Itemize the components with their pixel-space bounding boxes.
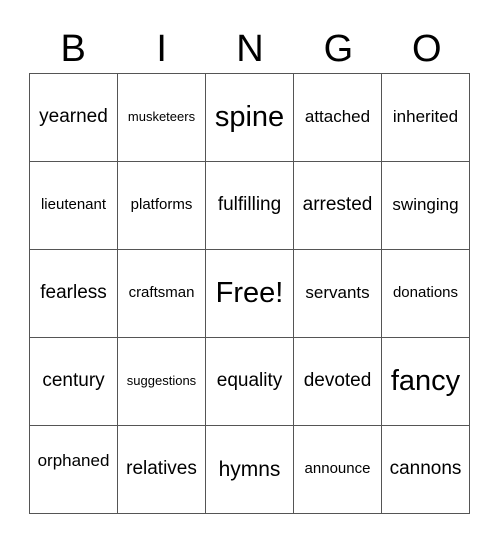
- bingo-cell[interactable]: spine: [205, 73, 294, 162]
- bingo-cell[interactable]: attached: [293, 73, 382, 162]
- grid-row: yearned musketeers spine attached inheri…: [29, 73, 470, 162]
- bingo-cell[interactable]: craftsman: [117, 249, 206, 338]
- bingo-cell[interactable]: equality: [205, 337, 294, 426]
- free-space-cell[interactable]: Free!: [205, 249, 294, 338]
- bingo-cell[interactable]: relatives: [117, 425, 206, 514]
- grid-row: fearless craftsman Free! servants donati…: [29, 249, 470, 338]
- header-letter-i: I: [156, 28, 167, 70]
- bingo-cell[interactable]: fulfilling: [205, 161, 294, 250]
- header-letter-n: N: [236, 28, 264, 70]
- bingo-cell[interactable]: lieutenant: [29, 161, 118, 250]
- bingo-header: B I N G O: [29, 26, 471, 72]
- bingo-cell[interactable]: donations: [381, 249, 470, 338]
- bingo-cell[interactable]: arrested: [293, 161, 382, 250]
- bingo-cell[interactable]: hymns: [205, 425, 294, 514]
- grid-row: century suggestions equality devoted fan…: [29, 337, 470, 426]
- bingo-cell[interactable]: servants: [293, 249, 382, 338]
- bingo-cell[interactable]: devoted: [293, 337, 382, 426]
- header-letter-o: O: [412, 28, 442, 70]
- bingo-cell[interactable]: suggestions: [117, 337, 206, 426]
- bingo-cell[interactable]: musketeers: [117, 73, 206, 162]
- grid-row: orphaned relatives hymns announce cannon…: [29, 425, 470, 514]
- grid-row: lieutenant platforms fulfilling arrested…: [29, 161, 470, 250]
- header-letter-b: B: [60, 28, 86, 70]
- bingo-cell[interactable]: announce: [293, 425, 382, 514]
- bingo-cell[interactable]: swinging: [381, 161, 470, 250]
- header-letter-g: G: [323, 28, 354, 70]
- bingo-cell[interactable]: platforms: [117, 161, 206, 250]
- bingo-cell[interactable]: fearless: [29, 249, 118, 338]
- bingo-cell[interactable]: century: [29, 337, 118, 426]
- bingo-grid: yearned musketeers spine attached inheri…: [29, 73, 470, 514]
- cell-text: orphaned: [37, 451, 110, 471]
- bingo-cell[interactable]: inherited: [381, 73, 470, 162]
- bingo-cell[interactable]: fancy: [381, 337, 470, 426]
- bingo-cell[interactable]: orphaned: [29, 425, 118, 514]
- bingo-cell[interactable]: cannons: [381, 425, 470, 514]
- bingo-cell[interactable]: yearned: [29, 73, 118, 162]
